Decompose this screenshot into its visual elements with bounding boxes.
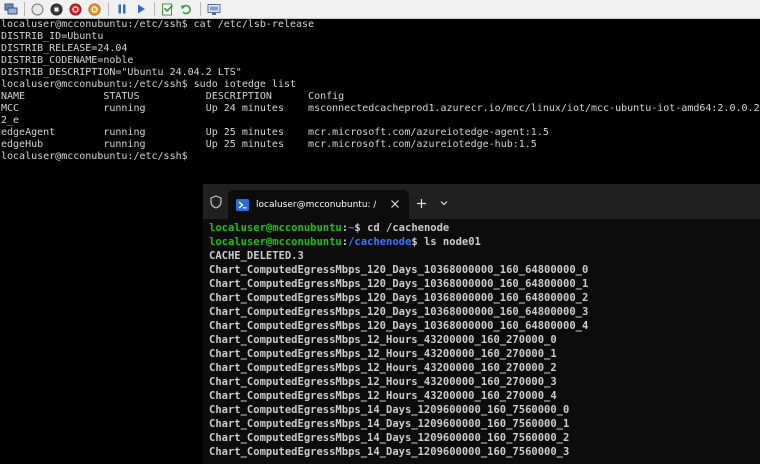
stop-icon bbox=[50, 3, 63, 15]
prompt-user: localuser@mcconubuntu bbox=[209, 236, 342, 248]
resume-button[interactable] bbox=[133, 2, 148, 17]
toolbar-separator bbox=[154, 2, 155, 16]
checkpoint-button[interactable] bbox=[160, 2, 175, 17]
output-line: Chart_ComputedEgressMbps_120_Days_103680… bbox=[209, 292, 589, 304]
output-line: Chart_ComputedEgressMbps_14_Days_1209600… bbox=[209, 418, 570, 430]
close-icon bbox=[391, 200, 399, 208]
windows-terminal-window: localuser@mcconubuntu: /cac localuser bbox=[203, 184, 760, 464]
output-line: Chart_ComputedEgressMbps_12_Hours_432000… bbox=[209, 348, 557, 360]
terminal-titlebar[interactable]: localuser@mcconubuntu: /cac bbox=[203, 184, 760, 219]
powershell-icon bbox=[236, 198, 249, 211]
shutdown-icon bbox=[69, 3, 82, 15]
keyboard-icon bbox=[4, 3, 17, 15]
profile-dropdown-button[interactable] bbox=[437, 196, 451, 210]
turn-off-button[interactable] bbox=[49, 2, 64, 17]
prompt-command: $ cd /cachenode bbox=[354, 222, 450, 234]
prompt-path: /cachenode bbox=[348, 236, 412, 248]
revert-button[interactable] bbox=[179, 2, 194, 17]
console-line: DISTRIB_ID=Ubuntu bbox=[1, 31, 104, 42]
output-line: Chart_ComputedEgressMbps_14_Days_1209600… bbox=[209, 404, 570, 416]
tab-close-button[interactable] bbox=[389, 198, 401, 210]
pause-button[interactable] bbox=[114, 2, 129, 17]
shut-down-button[interactable] bbox=[68, 2, 83, 17]
chevron-down-icon bbox=[440, 201, 448, 206]
pause-icon bbox=[118, 4, 125, 14]
console-line: NAME STATUS DESCRIPTION Config bbox=[1, 91, 345, 102]
output-line: Chart_ComputedEgressMbps_12_Hours_432000… bbox=[209, 362, 557, 374]
enhanced-session-button[interactable] bbox=[206, 2, 221, 17]
output-line: Chart_ComputedEgressMbps_120_Days_103680… bbox=[209, 306, 589, 318]
output-line: Chart_ComputedEgressMbps_12_Hours_432000… bbox=[209, 376, 557, 388]
console-line: DISTRIB_CODENAME=noble bbox=[1, 55, 134, 66]
output-line: Chart_ComputedEgressMbps_14_Days_1209600… bbox=[209, 446, 570, 458]
ctrl-alt-del-button[interactable] bbox=[3, 2, 18, 17]
play-icon bbox=[137, 4, 145, 14]
checkpoint-icon bbox=[161, 3, 173, 15]
output-line: Chart_ComputedEgressMbps_120_Days_103680… bbox=[209, 278, 589, 290]
console-line: edgeHub running Up 25 minutes mcr.micros… bbox=[1, 139, 537, 150]
console-line: MCC running Up 24 minutes msconnectedcac… bbox=[1, 103, 760, 114]
toolbar-separator bbox=[108, 2, 109, 16]
output-line: Chart_ComputedEgressMbps_12_Hours_432000… bbox=[209, 390, 557, 402]
console-line: localuser@mcconubuntu:/etc/ssh$ cat /etc… bbox=[1, 19, 315, 30]
output-line: Chart_ComputedEgressMbps_14_Days_1209600… bbox=[209, 432, 570, 444]
console-line: DISTRIB_DESCRIPTION="Ubuntu 24.04.2 LTS" bbox=[1, 67, 242, 78]
plus-icon bbox=[416, 198, 426, 208]
console-line: DISTRIB_RELEASE=24.04 bbox=[1, 43, 128, 54]
save-icon bbox=[88, 3, 101, 15]
save-state-button[interactable] bbox=[87, 2, 102, 17]
prompt-line: localuser@mcconubuntu:~$ cd /cachenode bbox=[209, 221, 760, 235]
vm-connection-window: localuser@mcconubuntu:/etc/ssh$ cat /etc… bbox=[0, 0, 760, 464]
output-line: Chart_ComputedEgressMbps_120_Days_103680… bbox=[209, 264, 589, 276]
enhanced-session-icon bbox=[207, 3, 220, 15]
vm-toolbar bbox=[0, 0, 760, 19]
new-tab-button[interactable] bbox=[414, 196, 428, 210]
prompt-user: localuser@mcconubuntu bbox=[209, 222, 342, 234]
console-line: edgeAgent running Up 25 minutes mcr.micr… bbox=[1, 127, 549, 138]
toolbar-separator bbox=[24, 2, 25, 16]
shield-icon bbox=[210, 195, 222, 209]
start-icon bbox=[31, 3, 44, 15]
prompt-command: $ ls node01 bbox=[411, 236, 481, 248]
output-line: Chart_ComputedEgressMbps_12_Hours_432000… bbox=[209, 334, 557, 346]
console-line: localuser@mcconubuntu:/etc/ssh$ sudo iot… bbox=[1, 79, 297, 90]
output-line: CACHE_DELETED.3 bbox=[209, 250, 304, 262]
prompt-line: localuser@mcconubuntu:/cachenode$ ls nod… bbox=[209, 235, 760, 249]
toolbar-separator bbox=[200, 2, 201, 16]
console-line: 2_e bbox=[1, 115, 20, 126]
tab-title: localuser@mcconubuntu: /cac bbox=[256, 199, 376, 210]
terminal-output[interactable]: localuser@mcconubuntu:~$ cd /cachenode l… bbox=[209, 221, 760, 464]
start-button[interactable] bbox=[30, 2, 45, 17]
console-line: localuser@mcconubuntu:/etc/ssh$ bbox=[1, 151, 188, 162]
revert-icon bbox=[181, 4, 191, 14]
terminal-tab[interactable]: localuser@mcconubuntu: /cac bbox=[228, 190, 409, 219]
output-line: Chart_ComputedEgressMbps_120_Days_103680… bbox=[209, 320, 589, 332]
